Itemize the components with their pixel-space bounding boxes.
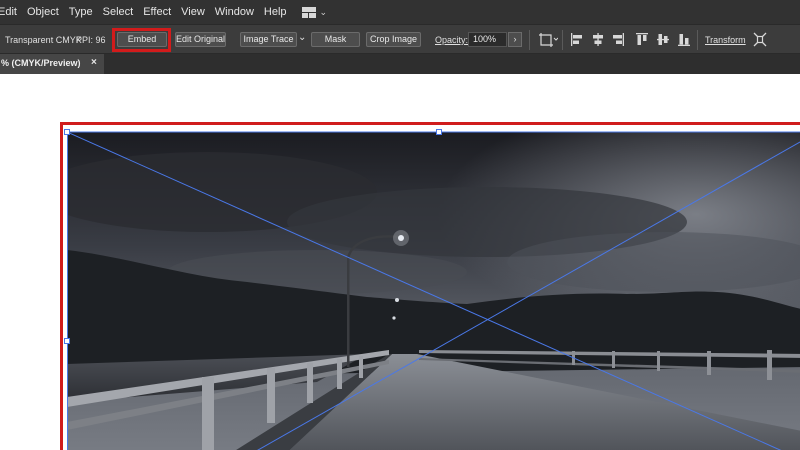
align-top-icon[interactable] [635, 32, 649, 47]
edit-original-button[interactable]: Edit Original [175, 32, 226, 47]
divider [562, 30, 563, 50]
align-left-icon[interactable] [570, 32, 584, 47]
document-tab-bar: % (CMYK/Preview) × [0, 54, 800, 74]
menu-help[interactable]: Help [259, 0, 292, 24]
document-tab-title: % (CMYK/Preview) [1, 58, 81, 68]
workspace-switcher[interactable]: ⌄ [301, 6, 328, 18]
isolate-selection-icon[interactable] [753, 32, 767, 47]
mask-button[interactable]: Mask [311, 32, 360, 47]
align-horizontal-center-icon[interactable] [591, 32, 605, 47]
crop-image-button[interactable]: Crop Image [366, 32, 421, 47]
menu-effect[interactable]: Effect [138, 0, 176, 24]
embed-highlight-box [112, 28, 171, 52]
transform-link[interactable]: Transform [705, 35, 746, 45]
workspace-switcher-icon [301, 6, 316, 18]
resize-handle-top-center[interactable] [436, 129, 442, 135]
image-trace-button[interactable]: Image Trace [240, 32, 297, 47]
opacity-more-icon[interactable]: › [508, 32, 522, 47]
close-icon[interactable]: × [91, 54, 97, 72]
divider [697, 30, 698, 50]
color-mode-label: Transparent CMYK [5, 35, 82, 45]
illustrator-window: Edit Object Type Select Effect View Wind… [0, 0, 800, 450]
canvas[interactable] [0, 74, 800, 450]
menu-select[interactable]: Select [98, 0, 139, 24]
crop-artboard-icon[interactable] [538, 32, 558, 47]
selection-bounding-box [67, 131, 800, 450]
align-bottom-icon[interactable] [677, 32, 691, 47]
align-vertical-center-icon[interactable] [656, 32, 670, 47]
menu-view[interactable]: View [176, 0, 210, 24]
opacity-input[interactable]: 100% [468, 32, 507, 47]
resize-handle-middle-left[interactable] [64, 338, 70, 344]
divider [529, 30, 530, 50]
chevron-down-icon: ⌄ [319, 6, 328, 17]
menu-type[interactable]: Type [64, 0, 98, 24]
image-trace-dropdown-icon[interactable]: ⌄ [298, 32, 306, 43]
document-tab[interactable]: % (CMYK/Preview) × [0, 54, 104, 74]
menu-bar: Edit Object Type Select Effect View Wind… [0, 0, 800, 24]
align-right-icon[interactable] [611, 32, 625, 47]
resize-handle-top-left[interactable] [64, 129, 70, 135]
ppi-label: PPI: 96 [76, 35, 106, 45]
opacity-label[interactable]: Opacity: [435, 35, 468, 45]
menu-edit[interactable]: Edit [0, 0, 22, 24]
menu-window[interactable]: Window [210, 0, 259, 24]
menu-object[interactable]: Object [22, 0, 64, 24]
